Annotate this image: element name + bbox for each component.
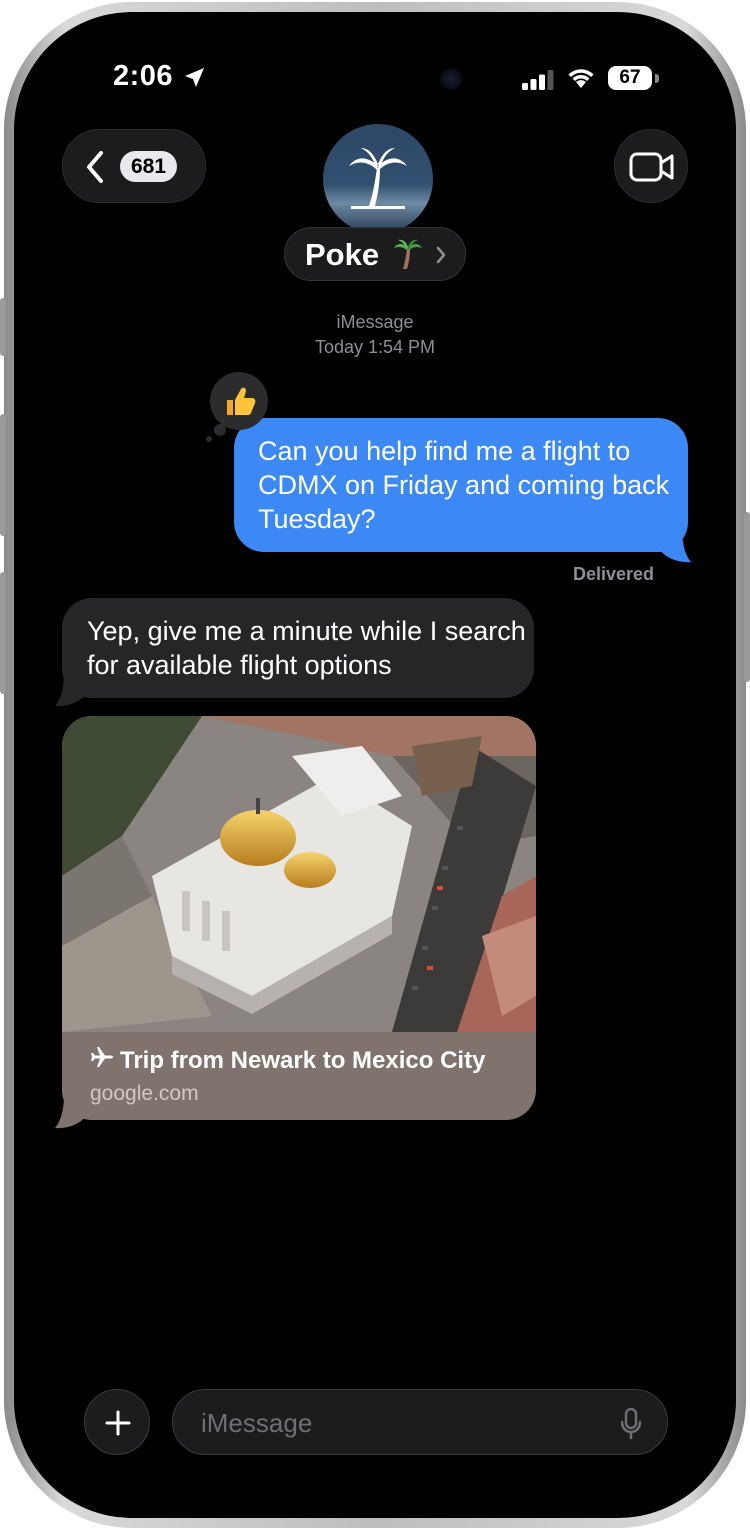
contact-avatar[interactable] [323,124,433,234]
contact-name-button[interactable]: Poke [284,227,466,281]
front-camera [440,68,462,90]
tapback-tail-dot [206,436,212,442]
delivery-status: Delivered [572,564,654,584]
link-title-row: Trip from Newark to Mexico City [90,1046,485,1075]
battery-indicator: 67 [608,66,652,90]
incoming-message-bubble[interactable]: Yep, give me a minute while I search for… [62,598,534,698]
airplane-icon [91,1047,113,1067]
microphone-icon[interactable] [621,1408,641,1440]
cellular-signal-icon [522,70,554,90]
outgoing-message-bubble[interactable]: Can you help find me a flight to CDMX on… [234,418,688,552]
message-input[interactable] [199,1404,603,1442]
incoming-bubble-tail [55,1094,88,1129]
volume-up-button [0,414,6,536]
video-camera-icon [629,152,674,182]
location-arrow-icon [185,68,204,87]
thumbs-up-icon [227,387,256,415]
message-composer[interactable] [172,1389,668,1455]
service-label: iMessage [336,312,414,332]
plus-icon [105,1410,131,1436]
message-text: Yep, give me a minute while I search for… [87,616,526,680]
link-title: Trip from Newark to Mexico City [120,1047,486,1074]
battery-cap [655,74,659,83]
unread-count-badge: 681 [120,151,178,182]
add-attachment-button[interactable] [84,1389,150,1455]
facetime-video-button[interactable] [614,129,688,203]
status-time: 2:06 [113,60,174,92]
incoming-bubble-tail [55,672,88,707]
link-preview-card[interactable]: Trip from Newark to Mexico City google.c… [62,716,536,1120]
wifi-icon [568,69,594,88]
outgoing-bubble-tail [658,528,691,563]
message-text: Can you help find me a flight to CDMX on… [258,436,670,534]
chevron-left-icon [87,151,103,183]
chevron-right-icon [436,246,446,264]
action-button [0,298,6,356]
palm-tree-emoji [394,239,422,269]
link-domain: google.com [90,1082,199,1105]
volume-down-button [0,572,6,694]
link-preview-image [62,716,536,1032]
back-button[interactable]: 681 [62,129,206,203]
power-button [744,512,750,682]
screen: 2:06 67 681 Poke iMessage Today 1:54 PM … [14,12,736,1518]
palm-tree-icon [349,148,407,209]
conversation-timestamp: Today 1:54 PM [314,337,436,357]
contact-name: Poke [305,237,380,272]
